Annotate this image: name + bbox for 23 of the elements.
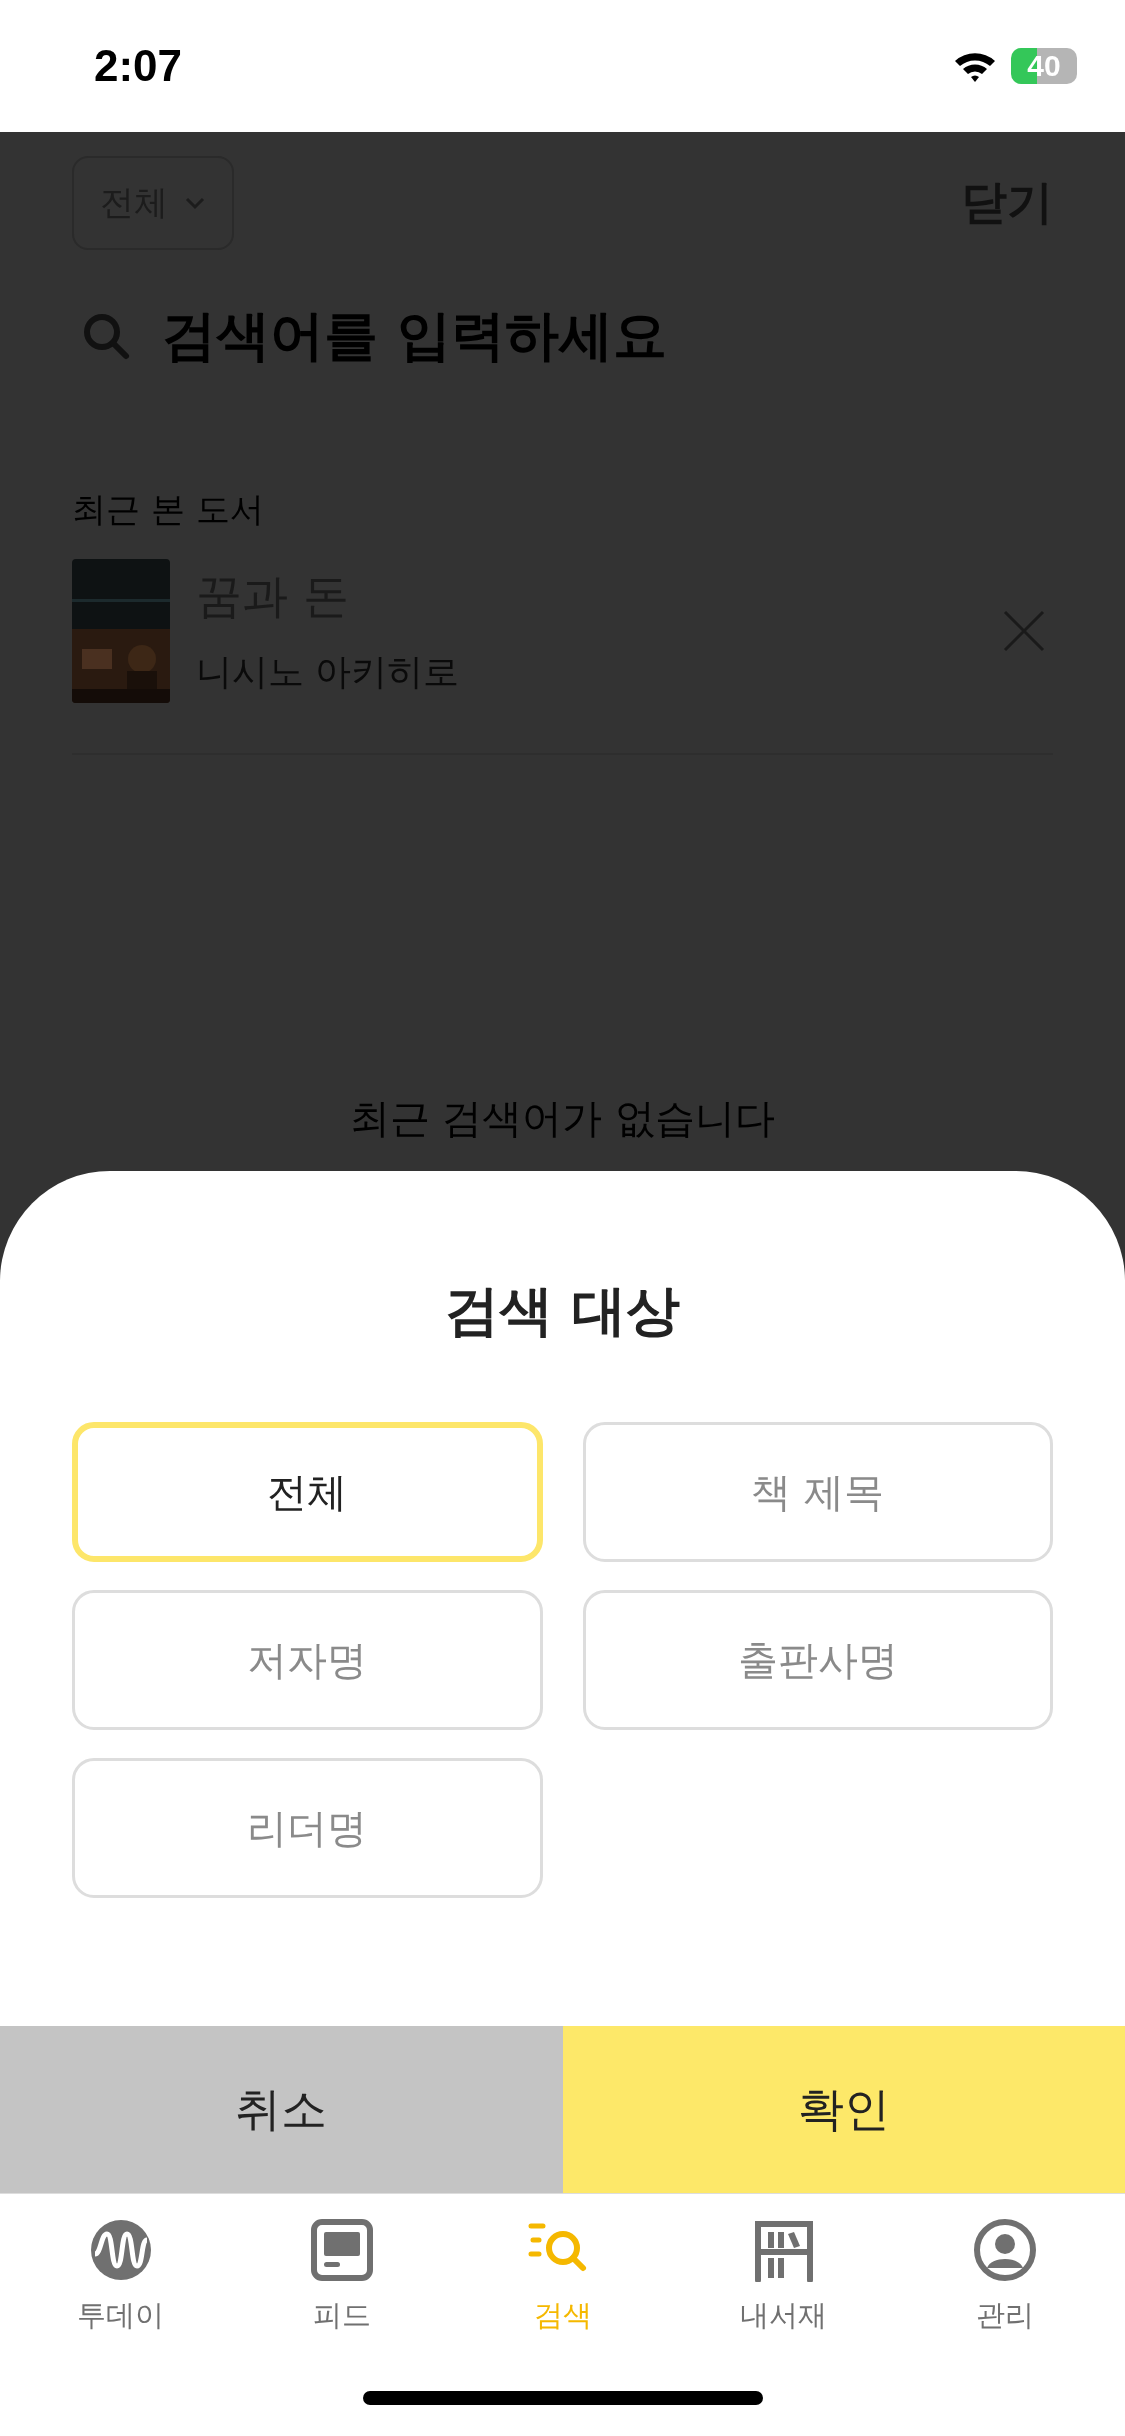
confirm-button[interactable]: 확인	[562, 2026, 1125, 2193]
option-button[interactable]: 전체	[72, 1422, 543, 1562]
sheet-title: 검색 대상	[445, 1278, 680, 1344]
tab-item[interactable]: 피드	[231, 2218, 452, 2336]
option-button[interactable]: 책 제목	[582, 1422, 1053, 1562]
tab-label: 투데이	[77, 2297, 164, 2334]
close-icon[interactable]	[1003, 610, 1045, 652]
option-button[interactable]: 저자명	[72, 1590, 543, 1730]
option-button[interactable]: 출판사명	[582, 1590, 1053, 1730]
tab-label: 피드	[312, 2297, 371, 2334]
tab-label: 관리	[975, 2297, 1034, 2334]
tab-item[interactable]: 관리	[894, 2218, 1115, 2336]
user-icon	[972, 2218, 1037, 2282]
tab-label: 내서재	[740, 2297, 827, 2334]
cancel-button[interactable]: 취소	[0, 2026, 563, 2193]
tab-item[interactable]: 검색	[452, 2218, 673, 2336]
tablet-icon	[309, 2218, 374, 2282]
option-button[interactable]: 리더명	[72, 1758, 543, 1898]
tab-item[interactable]: 내서재	[673, 2218, 894, 2336]
tab-label: 검색	[533, 2297, 592, 2334]
tab-item[interactable]: 투데이	[10, 2218, 231, 2336]
wave-icon	[88, 2218, 153, 2282]
status-time: 2:07	[94, 41, 183, 91]
